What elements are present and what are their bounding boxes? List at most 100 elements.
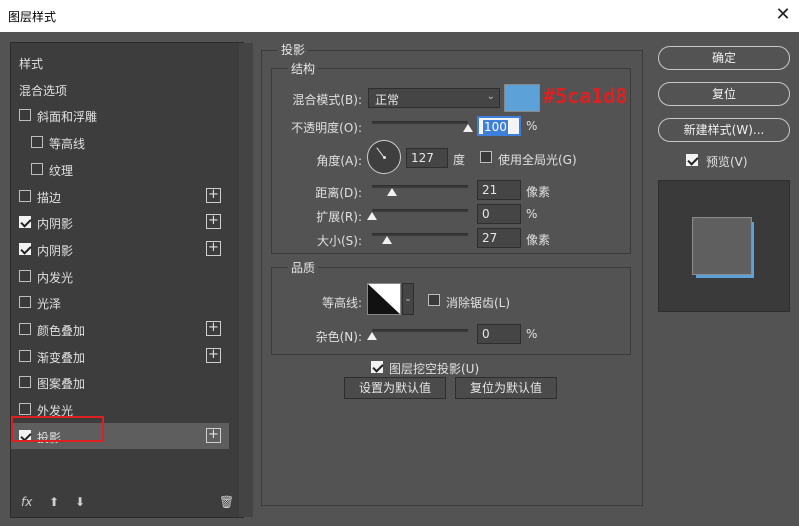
style-checkbox[interactable] bbox=[19, 269, 31, 282]
style-list-item[interactable]: 样式 bbox=[11, 49, 229, 75]
noise-input[interactable]: 0 bbox=[477, 324, 521, 344]
style-list-item[interactable]: 等高线 bbox=[11, 129, 229, 155]
distance-slider-thumb[interactable] bbox=[387, 188, 397, 196]
spread-slider[interactable] bbox=[372, 209, 468, 212]
noise-slider[interactable] bbox=[372, 329, 468, 332]
add-effect-icon[interactable]: + bbox=[206, 214, 221, 230]
blend-mode-label: 混合模式(B): bbox=[292, 93, 362, 107]
add-effect-icon[interactable]: + bbox=[206, 347, 221, 363]
style-item-label: 样式 bbox=[19, 57, 44, 71]
spread-unit: % bbox=[526, 207, 538, 221]
section-title: 投影 bbox=[278, 41, 309, 58]
add-effect-icon[interactable]: + bbox=[206, 427, 221, 443]
style-list-item[interactable]: 斜面和浮雕 bbox=[11, 102, 229, 128]
trash-icon[interactable]: 🗑 bbox=[219, 495, 234, 509]
move-down-icon[interactable]: ⬇ bbox=[75, 495, 85, 509]
spread-slider-thumb[interactable] bbox=[367, 212, 377, 220]
move-up-icon[interactable]: ⬆ bbox=[49, 495, 59, 509]
style-list-item[interactable]: 纹理 bbox=[11, 156, 229, 182]
style-checkbox[interactable] bbox=[19, 403, 31, 416]
style-list-item[interactable]: 内发光 bbox=[11, 263, 229, 289]
fx-icon[interactable]: fx bbox=[21, 495, 32, 509]
spread-label: 扩展(R): bbox=[316, 210, 362, 224]
style-checkbox[interactable] bbox=[31, 136, 43, 149]
style-item-label: 内发光 bbox=[37, 270, 74, 285]
size-label: 大小(S): bbox=[316, 234, 362, 248]
style-item-label: 描边 bbox=[37, 190, 62, 205]
blend-mode-select[interactable]: 正常 ⌄ bbox=[368, 88, 500, 108]
noise-slider-thumb[interactable] bbox=[367, 332, 377, 340]
preview-label: 预览(V) bbox=[706, 155, 748, 169]
opacity-label: 不透明度(O): bbox=[291, 121, 362, 135]
style-item-label: 图案叠加 bbox=[37, 377, 86, 392]
style-list-item[interactable]: 图案叠加 bbox=[11, 369, 229, 395]
style-preview bbox=[658, 180, 790, 312]
style-checkbox[interactable] bbox=[19, 323, 31, 335]
angle-input[interactable]: 127 bbox=[406, 148, 448, 168]
ok-button[interactable]: 确定 bbox=[658, 46, 790, 70]
style-checkbox[interactable] bbox=[19, 216, 31, 229]
close-icon[interactable]: ✕ bbox=[772, 4, 794, 26]
add-effect-icon[interactable]: + bbox=[206, 321, 221, 336]
contour-label: 等高线: bbox=[321, 296, 362, 310]
size-unit: 像素 bbox=[526, 233, 551, 247]
distance-unit: 像素 bbox=[526, 185, 551, 199]
style-list-item[interactable]: 光泽 bbox=[11, 289, 229, 315]
size-input[interactable]: 27 bbox=[477, 228, 521, 248]
style-list-item[interactable]: 描边 + bbox=[11, 183, 229, 209]
global-light-checkbox[interactable] bbox=[480, 151, 492, 163]
opacity-slider[interactable] bbox=[372, 121, 468, 124]
style-checkbox[interactable] bbox=[19, 189, 31, 202]
contour-curve-icon bbox=[368, 284, 400, 314]
global-light-label: 使用全局光(G) bbox=[498, 153, 577, 167]
style-list-item[interactable]: 渐变叠加 + bbox=[11, 343, 229, 369]
highlight-box bbox=[11, 416, 104, 442]
antialias-label: 消除锯齿(L) bbox=[446, 296, 511, 310]
style-checkbox[interactable] bbox=[19, 349, 31, 362]
style-item-label: 等高线 bbox=[49, 137, 86, 152]
noise-label: 杂色(N): bbox=[315, 330, 362, 344]
noise-unit: % bbox=[526, 327, 538, 341]
antialias-checkbox[interactable] bbox=[428, 294, 440, 306]
color-hex-annotation: #5ca1d8 bbox=[543, 84, 628, 108]
distance-label: 距离(D): bbox=[315, 186, 362, 200]
style-checkbox[interactable] bbox=[19, 242, 31, 255]
style-item-label: 混合选项 bbox=[19, 83, 68, 98]
add-effect-icon[interactable]: + bbox=[206, 240, 221, 256]
style-checkbox[interactable] bbox=[19, 296, 31, 309]
shadow-color-swatch[interactable] bbox=[504, 84, 540, 112]
spread-input[interactable]: 0 bbox=[477, 204, 521, 224]
reset-default-button[interactable]: 复位为默认值 bbox=[455, 377, 557, 399]
opacity-slider-thumb[interactable] bbox=[463, 124, 473, 132]
structure-title: 结构 bbox=[288, 60, 319, 77]
style-item-label: 纹理 bbox=[49, 163, 74, 178]
style-list-item[interactable]: 混合选项 bbox=[11, 76, 229, 102]
blend-mode-value: 正常 bbox=[375, 93, 400, 107]
contour-picker[interactable] bbox=[367, 283, 401, 315]
preview-checkbox[interactable] bbox=[686, 154, 698, 166]
style-item-label: 颜色叠加 bbox=[37, 324, 86, 338]
knockout-checkbox[interactable] bbox=[371, 361, 383, 373]
style-list-item[interactable]: 颜色叠加 + bbox=[11, 316, 229, 342]
set-default-button[interactable]: 设置为默认值 bbox=[344, 377, 446, 399]
quality-title: 品质 bbox=[288, 259, 319, 276]
angle-dial[interactable] bbox=[367, 140, 401, 174]
opacity-unit: % bbox=[526, 119, 538, 133]
scrollbar[interactable] bbox=[239, 43, 253, 517]
reset-button[interactable]: 复位 bbox=[658, 82, 790, 106]
style-item-label: 斜面和浮雕 bbox=[37, 110, 98, 125]
angle-unit: 度 bbox=[453, 153, 466, 167]
add-effect-icon[interactable]: + bbox=[206, 187, 221, 203]
opacity-input[interactable]: 100 bbox=[477, 116, 521, 136]
style-checkbox[interactable] bbox=[31, 162, 43, 175]
style-list-item[interactable]: 内阴影 + bbox=[11, 236, 229, 262]
angle-label: 角度(A): bbox=[316, 154, 362, 168]
size-slider-thumb[interactable] bbox=[382, 236, 392, 244]
contour-dropdown[interactable]: ⌄ bbox=[402, 283, 414, 315]
new-style-button[interactable]: 新建样式(W)... bbox=[658, 118, 790, 142]
distance-input[interactable]: 21 bbox=[477, 180, 521, 200]
style-checkbox[interactable] bbox=[19, 376, 31, 389]
style-list-item[interactable]: 内阴影 + bbox=[11, 209, 229, 235]
style-item-label: 光泽 bbox=[37, 297, 62, 312]
style-checkbox[interactable] bbox=[19, 109, 31, 122]
